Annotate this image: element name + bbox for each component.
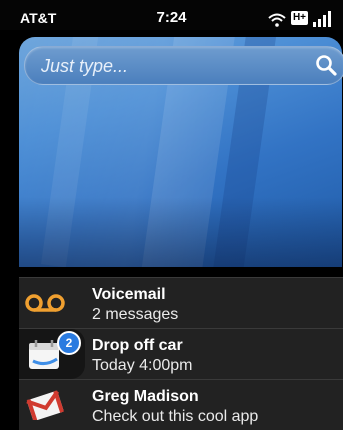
signal-strength-icon	[313, 9, 333, 27]
wallpaper-shade	[19, 197, 342, 267]
notification-title: Greg Madison	[92, 388, 199, 405]
network-type-badge: H+	[290, 11, 308, 25]
notification-email[interactable]: Greg Madison Check out this cool app	[19, 379, 343, 430]
voicemail-icon	[19, 278, 71, 328]
search-icon[interactable]	[315, 54, 337, 81]
status-bar: AT&T 7:24 H+	[0, 0, 343, 30]
notification-subtitle: 2 messages	[92, 306, 179, 323]
notification-title: Voicemail	[92, 286, 166, 303]
search-input[interactable]: Just type...	[24, 46, 343, 85]
notification-title: Drop off car	[92, 337, 183, 354]
gmail-icon	[19, 380, 71, 430]
phone-screen: AT&T 7:24 H+ Just type... Voicemail 2 me…	[0, 0, 343, 430]
notification-count-badge: 2	[57, 331, 81, 355]
wifi-icon	[268, 13, 286, 27]
status-icons: H+	[268, 7, 333, 27]
notification-calendar[interactable]: 2 Drop off car Today 4:00pm	[19, 328, 343, 379]
search-placeholder: Just type...	[41, 56, 129, 76]
notification-subtitle: Check out this cool app	[92, 408, 259, 425]
notification-voicemail[interactable]: Voicemail 2 messages	[19, 277, 343, 328]
notification-subtitle: Today 4:00pm	[92, 357, 193, 374]
